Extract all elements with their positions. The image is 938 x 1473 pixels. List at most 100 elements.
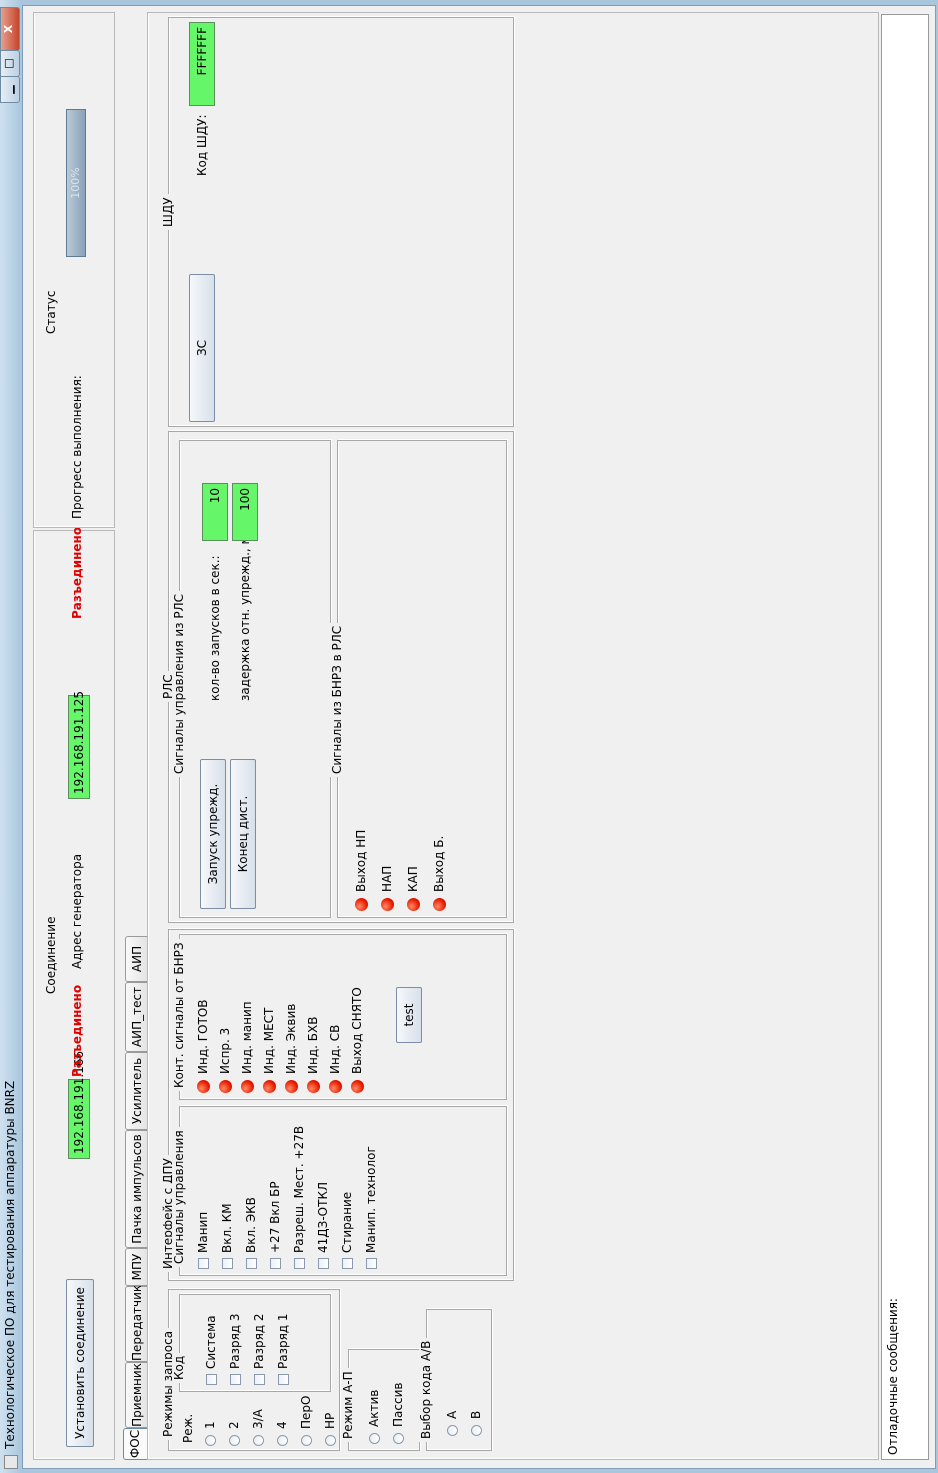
ap-mode-title: Режим А-П <box>341 1368 355 1442</box>
checkbox-icon[interactable] <box>222 1258 233 1269</box>
tab-receiver[interactable]: Приемник <box>125 1362 147 1428</box>
control-signal[interactable]: +27 Вкл БР <box>266 1126 284 1269</box>
mode-list: 1 2 3/А 4 ПерО НР <box>201 1396 339 1446</box>
checkbox-icon[interactable] <box>230 1374 241 1385</box>
ab-code-title: Выбор кода А/В <box>419 1337 433 1442</box>
radio-icon[interactable] <box>393 1433 404 1444</box>
generator-status: Разъединено <box>70 526 84 619</box>
start-button[interactable]: Запуск упрежд. <box>200 759 226 909</box>
connect-button[interactable]: Установить соединение <box>66 1279 94 1447</box>
tab-aip-test[interactable]: АИП_тест <box>125 982 147 1052</box>
code-option[interactable]: Разряд 1 <box>274 1313 292 1385</box>
rls-bnrz-list: Выход НП НАП КАП Выход Б. <box>352 830 448 911</box>
mode-option[interactable]: 3/А <box>249 1396 267 1446</box>
control-signal[interactable]: Манип. технолог <box>362 1126 380 1269</box>
mode-option[interactable]: 2 <box>225 1396 243 1446</box>
bnrz-signals-group: Конт. сигналы от БНРЗ Инд. ГОТОВ Испр. 3… <box>172 934 507 1100</box>
zs-button[interactable]: ЗС <box>189 274 215 422</box>
control-signal[interactable]: Вкл. КМ <box>218 1126 236 1269</box>
control-signal[interactable]: Стирание <box>338 1126 356 1269</box>
count-field[interactable]: 10 <box>202 483 228 541</box>
tab-mpu[interactable]: МПУ <box>125 1248 147 1286</box>
led-icon <box>219 1080 232 1093</box>
checkbox-icon[interactable] <box>198 1258 209 1269</box>
rls-group: РЛС Сигналы управления из РЛС Запуск упр… <box>161 431 514 923</box>
end-button[interactable]: Конец дист. <box>230 759 256 909</box>
led-icon <box>381 898 394 911</box>
rls-bnrz-indicator: КАП <box>404 830 422 911</box>
progress-value: 100% <box>69 167 82 199</box>
tab-pulse-pack[interactable]: Пачка импульсов <box>125 1130 147 1248</box>
checkbox-icon[interactable] <box>294 1258 305 1269</box>
local-status: Разъединено <box>70 984 84 1077</box>
radio-icon[interactable] <box>229 1435 240 1446</box>
led-icon <box>433 898 446 911</box>
checkbox-icon[interactable] <box>366 1258 377 1269</box>
checkbox-icon[interactable] <box>246 1258 257 1269</box>
maximize-button[interactable]: □ <box>0 50 20 77</box>
control-signals-list: Манип Вкл. КМ Вкл. ЭКВ +27 Вкл БР Разреш… <box>194 1126 380 1269</box>
radio-icon[interactable] <box>253 1435 264 1446</box>
led-icon <box>197 1080 210 1093</box>
radio-icon[interactable] <box>301 1435 312 1446</box>
mode-option[interactable]: НР <box>321 1396 339 1446</box>
rotated-screen: Технологическое ПО для тестирования аппа… <box>0 0 938 1473</box>
count-label: кол-во запусков в сек.: <box>208 555 222 701</box>
control-signal[interactable]: Разреш. Мест. +27В <box>290 1126 308 1269</box>
ab-code-option[interactable]: В <box>467 1411 485 1436</box>
request-modes-group: Режимы запроса Реж. 1 2 3/А 4 ПерО НР Ко… <box>161 1289 340 1451</box>
control-signals-group: Сигналы управления Манип Вкл. КМ Вкл. ЭК… <box>172 1106 507 1276</box>
checkbox-icon[interactable] <box>342 1258 353 1269</box>
shdu-code-label: Код ШДУ: <box>195 114 209 176</box>
generator-ip-field[interactable]: 192.168.191.125 <box>68 691 90 799</box>
mode-title: Реж. <box>181 1410 195 1446</box>
radio-icon[interactable] <box>369 1433 380 1444</box>
control-signal[interactable]: Вкл. ЭКВ <box>242 1126 260 1269</box>
radio-icon[interactable] <box>205 1435 216 1446</box>
ap-mode-option[interactable]: Пассив <box>389 1383 407 1444</box>
mode-option[interactable]: 4 <box>273 1396 291 1446</box>
mode-option[interactable]: 1 <box>201 1396 219 1446</box>
checkbox-icon[interactable] <box>278 1374 289 1385</box>
tab-fos[interactable]: ФОС <box>123 1428 147 1460</box>
radio-icon[interactable] <box>471 1425 482 1436</box>
rls-bnrz-indicator: НАП <box>378 830 396 911</box>
request-modes-title: Режимы запроса <box>161 1327 175 1440</box>
close-button[interactable]: X <box>0 7 20 51</box>
delay-label: задержка отн. упрежд., мкс.: <box>238 513 252 701</box>
mode-option[interactable]: ПерО <box>297 1396 315 1446</box>
tab-amplifier[interactable]: Усилитель <box>125 1052 147 1130</box>
rls-bnrz-group: Сигналы из БНРЗ в РЛС Выход НП НАП КАП В… <box>330 440 507 918</box>
code-option[interactable]: Разряд 3 <box>226 1313 244 1385</box>
app-icon <box>4 1455 18 1469</box>
tab-aip[interactable]: АИП <box>125 936 147 982</box>
shdu-code-field[interactable]: FFFFFFF <box>189 22 215 106</box>
control-signal[interactable]: Манип <box>194 1126 212 1269</box>
checkbox-icon[interactable] <box>318 1258 329 1269</box>
ap-mode-group: Режим А-П Актив Пассив <box>341 1349 420 1451</box>
ab-code-list: А В <box>443 1411 485 1436</box>
local-ip-field[interactable]: 192.168.191.166 <box>68 1051 90 1159</box>
checkbox-icon[interactable] <box>206 1374 217 1385</box>
code-option[interactable]: Разряд 2 <box>250 1313 268 1385</box>
checkbox-icon[interactable] <box>254 1374 265 1385</box>
bnrz-signals-list: Инд. ГОТОВ Испр. 3 Инд. манип Инд. МЕСТ … <box>194 987 366 1093</box>
led-icon <box>351 1080 364 1093</box>
code-option[interactable]: Система <box>202 1313 220 1385</box>
ap-mode-option[interactable]: Актив <box>365 1383 383 1444</box>
radio-icon[interactable] <box>325 1435 336 1446</box>
ab-code-option[interactable]: А <box>443 1411 461 1436</box>
radio-icon[interactable] <box>447 1425 458 1436</box>
control-signals-title: Сигналы управления <box>172 1127 186 1267</box>
debug-messages-area[interactable]: Отладочные сообщения: <box>881 14 929 1460</box>
test-button[interactable]: test <box>396 987 422 1043</box>
control-signal[interactable]: 41ДЗ-ОТКЛ <box>314 1126 332 1269</box>
generator-address-label: Адрес генератора <box>70 853 84 969</box>
tab-transmitter[interactable]: Передатчик <box>125 1285 147 1362</box>
radio-icon[interactable] <box>277 1435 288 1446</box>
minimize-button[interactable]: ▁ <box>0 76 20 103</box>
checkbox-icon[interactable] <box>270 1258 281 1269</box>
rls-bnrz-indicator: Выход НП <box>352 830 370 911</box>
delay-field[interactable]: 100 <box>232 483 258 541</box>
code-group: Код Система Разряд 3 Разряд 2 Разряд 1 <box>172 1294 331 1392</box>
